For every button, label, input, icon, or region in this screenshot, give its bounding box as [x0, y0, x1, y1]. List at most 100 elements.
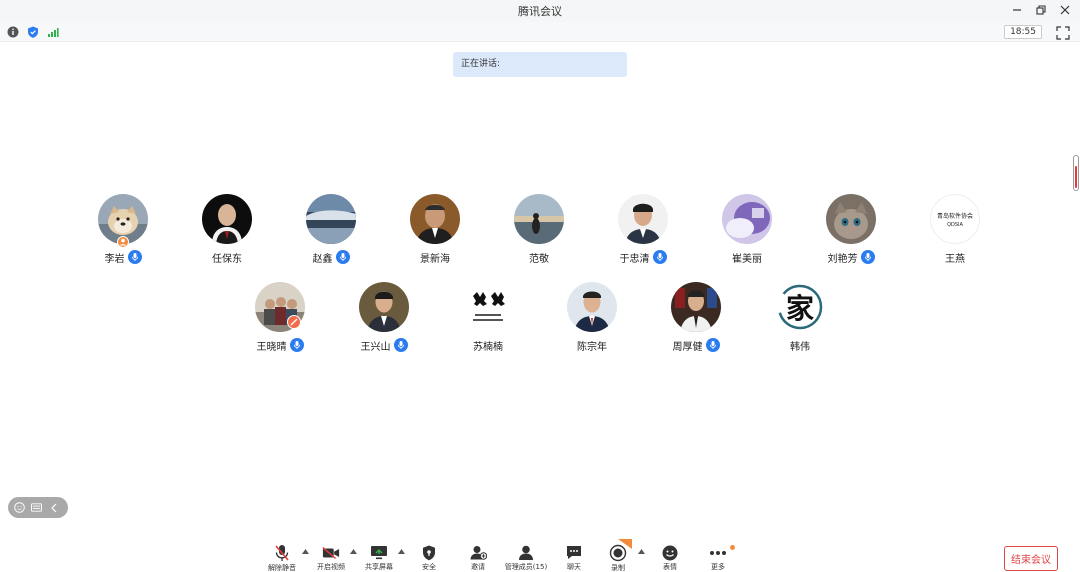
participant-tile[interactable]: 周厚健	[644, 282, 748, 356]
participant-name: 于忠清	[619, 253, 650, 265]
video-off-icon	[322, 544, 340, 561]
keyboard-icon[interactable]	[31, 502, 42, 513]
avatar	[202, 194, 252, 244]
signal-icon[interactable]	[46, 25, 60, 39]
collapse-icon[interactable]	[48, 502, 59, 513]
participant-name-row: 赵鑫	[279, 249, 383, 265]
caret-up-icon[interactable]	[350, 549, 357, 554]
participant-tile[interactable]: 王晓晴	[228, 282, 332, 356]
emoji-icon[interactable]	[14, 502, 25, 513]
participant-tile[interactable]: 王兴山	[332, 282, 436, 356]
window-title: 腾讯会议	[518, 5, 562, 18]
participant-name: 赵鑫	[312, 253, 333, 265]
record-button[interactable]: 录制	[603, 539, 633, 572]
security-shield-icon	[420, 544, 438, 561]
security-button[interactable]: 安全	[414, 544, 444, 572]
participant-tile[interactable]: 范敬	[487, 194, 591, 268]
avatar: 家	[775, 282, 825, 332]
participant-name-row: 范敬	[487, 249, 591, 265]
org-logo-text: 青岛软件协会	[936, 212, 973, 220]
participant-name-row: 李岩	[71, 249, 175, 265]
participant-name-row: 周厚健	[644, 337, 748, 353]
participant-tile[interactable]: 苏楠楠	[436, 282, 540, 356]
avatar	[618, 194, 668, 244]
unmute-label: 解除静音	[268, 564, 296, 572]
chat-label: 聊天	[567, 563, 581, 571]
participant-name-row: 刘艳芳	[799, 249, 903, 265]
caret-up-icon[interactable]	[398, 549, 405, 554]
record-badge-icon	[618, 539, 632, 549]
participant-name: 崔美丽	[732, 253, 762, 265]
participant-name: 韩伟	[790, 341, 810, 353]
participant-tile[interactable]: 任保东	[175, 194, 279, 268]
avatar-glyph: 家	[785, 292, 814, 325]
restore-icon[interactable]	[1034, 3, 1048, 17]
participant-name-row: 王兴山	[332, 337, 436, 353]
mic-icon	[289, 338, 304, 352]
participant-tile[interactable]: 李岩	[71, 194, 175, 268]
participant-name: 王晓晴	[256, 341, 287, 353]
reactions-button[interactable]: 表情	[655, 544, 685, 572]
caret-up-icon[interactable]	[302, 549, 309, 554]
avatar	[514, 194, 564, 244]
title-bar: 腾讯会议	[0, 0, 1080, 22]
avatar	[722, 194, 772, 244]
participant-name-row: 陈宗年	[540, 337, 644, 353]
shield-icon[interactable]	[26, 25, 40, 39]
participant-name: 刘艳芳	[827, 253, 858, 265]
participant-tile[interactable]: 陈宗年	[540, 282, 644, 356]
share-screen-button[interactable]: 共享屏幕	[361, 544, 397, 572]
caret-up-icon[interactable]	[638, 549, 645, 554]
participant-name: 任保东	[212, 253, 242, 265]
chat-icon	[565, 544, 583, 561]
members-label: 管理成员(15)	[504, 563, 548, 571]
participant-tile[interactable]: 崔美丽	[695, 194, 799, 268]
minimize-icon[interactable]	[1010, 3, 1024, 17]
avatar	[671, 282, 721, 332]
more-label: 更多	[711, 563, 725, 571]
participant-tile[interactable]: 赵鑫	[279, 194, 383, 268]
participant-tile[interactable]: 青岛软件协会 QDSIA 王燕	[903, 194, 1007, 268]
participant-tile[interactable]: 家 韩伟	[748, 282, 852, 356]
manage-members-button[interactable]: 管理成员(15)	[503, 544, 549, 572]
participant-tile[interactable]: 景新海	[383, 194, 487, 268]
unmute-button[interactable]: 解除静音	[264, 544, 300, 572]
participant-tile[interactable]: 刘艳芳	[799, 194, 903, 268]
invite-user-icon	[469, 544, 487, 561]
reactions-label: 表情	[663, 563, 677, 571]
chat-button[interactable]: 聊天	[559, 544, 589, 572]
mic-icon	[335, 250, 350, 264]
participant-name: 王兴山	[360, 341, 391, 353]
notification-dot-icon	[730, 545, 735, 550]
participant-name-row: 王晓晴	[228, 337, 332, 353]
start-video-button[interactable]: 开启视频	[313, 544, 349, 572]
meeting-clock: 18:55	[1004, 25, 1042, 39]
video-label: 开启视频	[317, 563, 345, 571]
org-logo-abbr: QDSIA	[947, 221, 963, 228]
window-controls	[1010, 3, 1072, 17]
avatar	[410, 194, 460, 244]
participant-name-row: 崔美丽	[695, 249, 799, 265]
mic-muted-icon	[273, 544, 291, 562]
close-icon[interactable]	[1058, 3, 1072, 17]
share-screen-icon	[370, 544, 388, 561]
scrollbar[interactable]	[1073, 155, 1079, 191]
fullscreen-icon[interactable]	[1056, 25, 1070, 40]
mic-icon	[705, 338, 720, 352]
mic-icon	[393, 338, 408, 352]
invite-button[interactable]: 邀请	[463, 544, 493, 572]
smile-icon	[661, 544, 679, 561]
participant-tile[interactable]: 于忠清	[591, 194, 695, 268]
avatar	[463, 282, 513, 332]
info-icon[interactable]	[6, 25, 20, 39]
meeting-info-bar: 18:55	[0, 22, 1080, 42]
participant-name: 苏楠楠	[473, 341, 503, 353]
participant-name: 王燕	[945, 253, 965, 265]
end-meeting-button[interactable]: 结束会议	[1004, 546, 1058, 571]
more-button[interactable]: 更多	[703, 544, 735, 572]
participant-name: 陈宗年	[577, 341, 607, 353]
floating-view-controls	[8, 497, 68, 518]
avatar	[359, 282, 409, 332]
mic-icon	[860, 250, 875, 264]
participant-name-row: 韩伟	[748, 337, 852, 353]
